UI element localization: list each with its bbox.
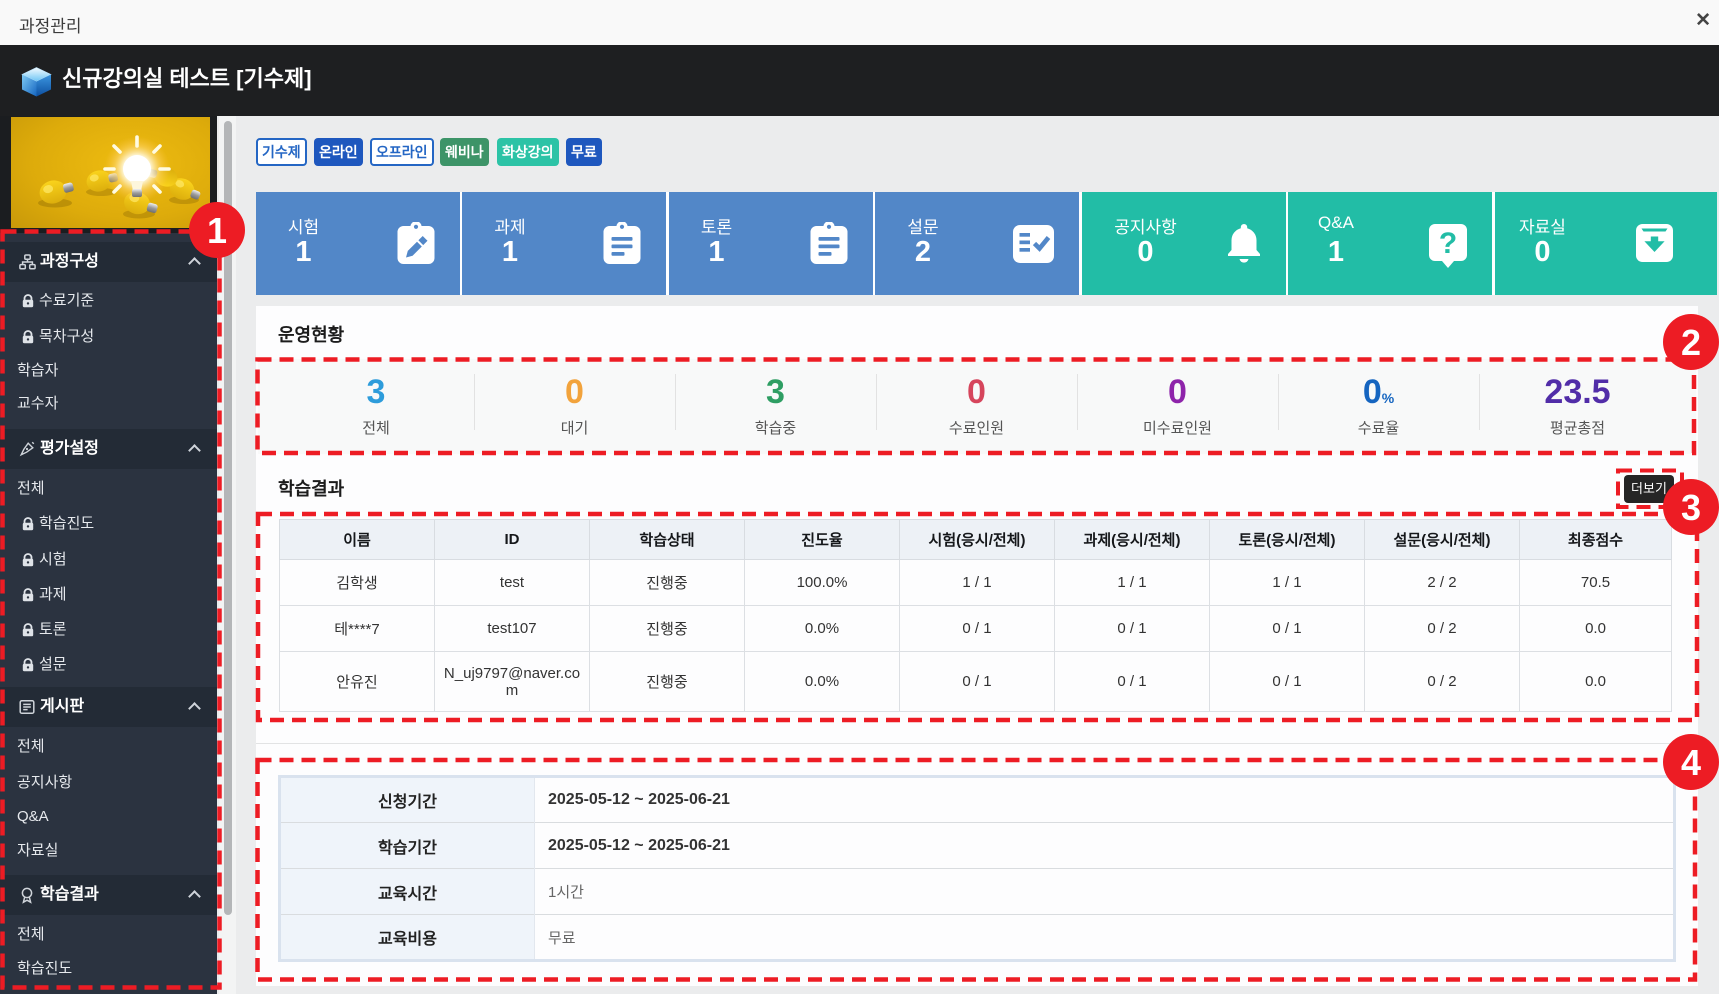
- svg-text:?: ?: [1439, 227, 1457, 260]
